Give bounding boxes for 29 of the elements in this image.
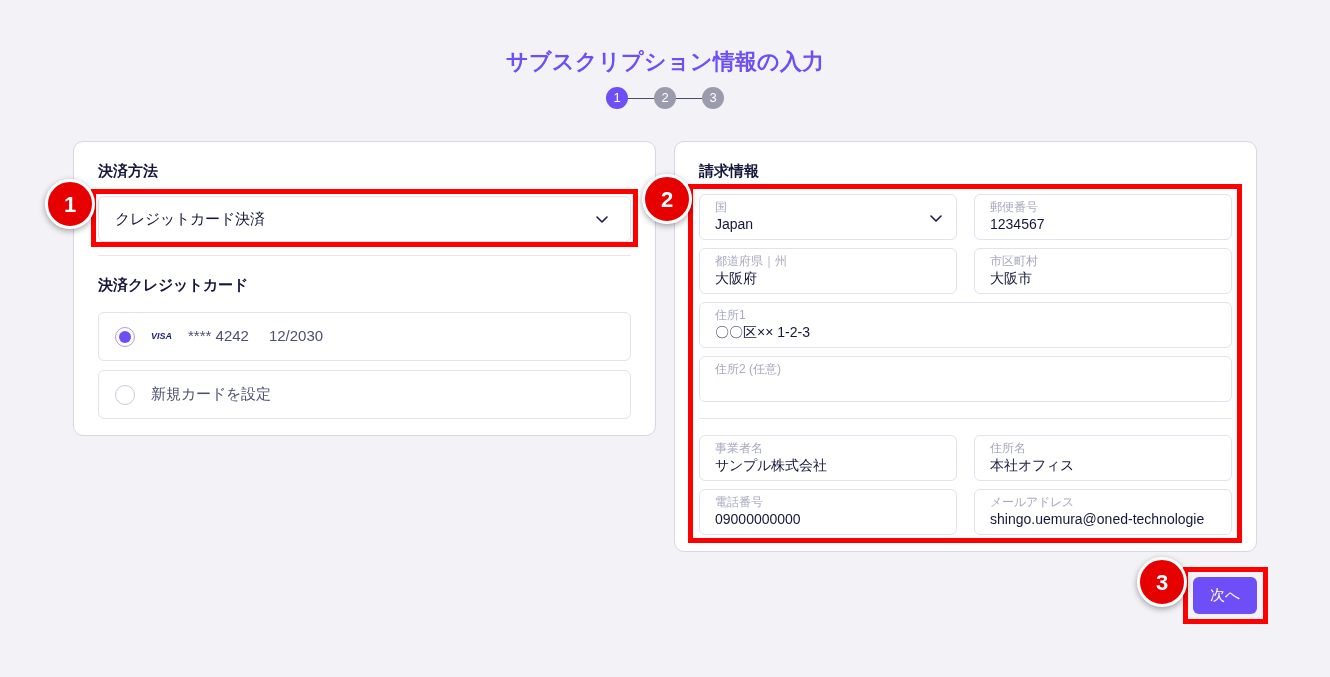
section-heading: 決済方法 <box>98 161 159 181</box>
text-field[interactable]: 郵便番号 1234567 <box>974 194 1232 240</box>
payment-method-select[interactable]: クレジットカード決済 <box>98 196 631 242</box>
section-heading: 決済クレジットカード <box>98 275 249 295</box>
text-field[interactable]: 住所1 〇〇区×× 1-2-3 <box>699 302 1232 348</box>
text-field[interactable]: 住所名 本社オフィス <box>974 435 1232 481</box>
country-select[interactable]: 国 Japan <box>699 194 957 240</box>
next-button[interactable]: 次へ <box>1193 577 1257 614</box>
card-option[interactable]: VISA **** 4242 12/2030 <box>98 312 631 361</box>
card-expiry: 12/2030 <box>268 326 324 347</box>
card-number: **** 4242 <box>188 326 249 347</box>
chevron-down-icon <box>930 215 942 222</box>
option-label: 新規カードを設定 <box>151 384 271 405</box>
text-field[interactable]: 都道府県｜州 大阪府 <box>699 248 957 294</box>
step-indicator: 3 <box>702 87 724 109</box>
select-value: クレジットカード決済 <box>115 208 265 229</box>
chevron-down-icon <box>596 215 608 223</box>
card-brand-logo: VISA <box>151 329 172 343</box>
step-indicator: 1 <box>606 87 628 109</box>
page-title: サブスクリプション情報の入力 <box>506 48 824 76</box>
card-option[interactable]: 新規カードを設定 <box>98 370 631 419</box>
text-field[interactable]: 事業者名 サンプル株式会社 <box>699 435 957 481</box>
text-field[interactable]: メールアドレス shingo.uemura@oned-technologie <box>974 489 1232 535</box>
step-indicator: 2 <box>654 87 676 109</box>
callout-number: 1 <box>45 179 95 229</box>
section-heading: 請求情報 <box>699 161 760 181</box>
text-field[interactable]: 電話番号 09000000000 <box>699 489 957 535</box>
callout-number: 3 <box>1137 557 1187 607</box>
text-field[interactable]: 市区町村 大阪市 <box>974 248 1232 294</box>
